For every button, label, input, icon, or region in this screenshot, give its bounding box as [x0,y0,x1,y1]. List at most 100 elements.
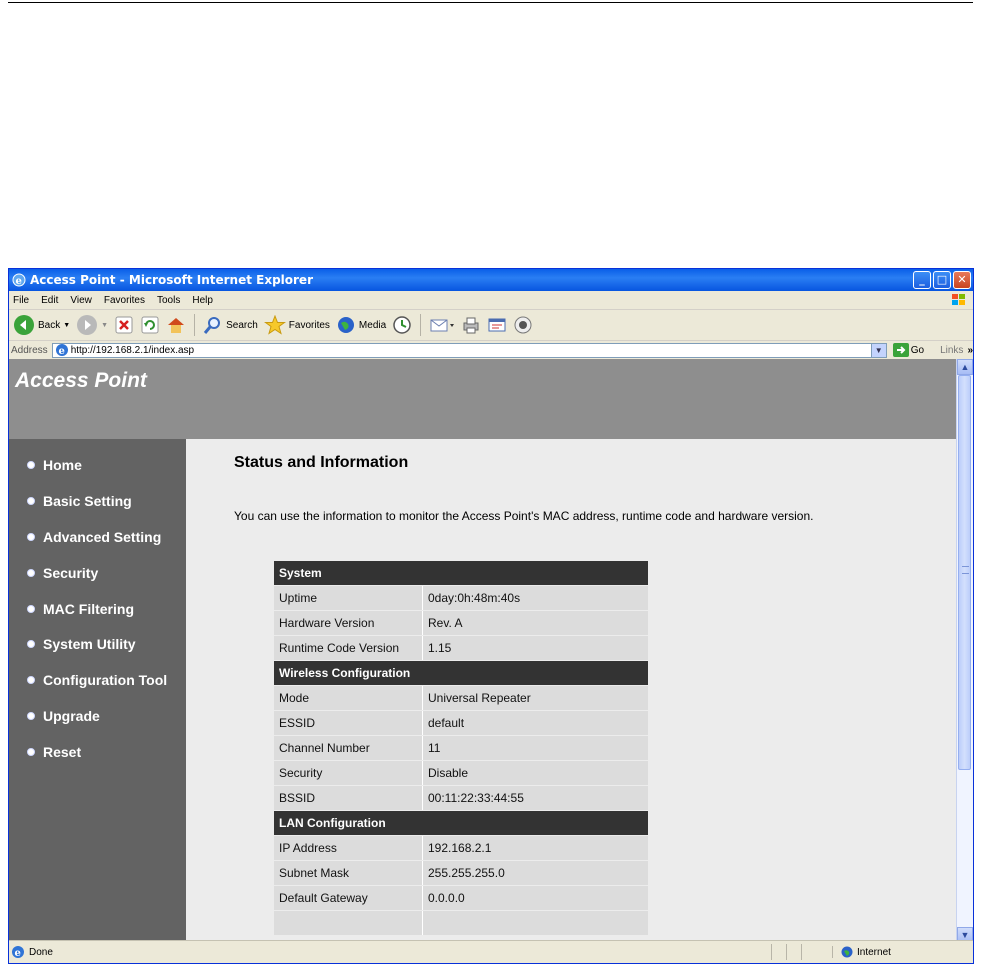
menu-file[interactable]: File [13,295,29,306]
table-row: Hardware Version Rev. A [274,611,648,635]
svg-text:e: e [15,948,21,959]
back-arrow-icon [14,315,34,335]
table-row: ESSID default [274,711,648,735]
svg-text:e: e [58,346,64,357]
sidebar-item-home[interactable]: Home [27,457,82,473]
title-bar[interactable]: e Access Point - Microsoft Internet Expl… [9,269,973,291]
scroll-up-icon[interactable]: ▲ [957,359,973,375]
media-label: Media [358,319,387,331]
history-icon[interactable] [392,315,412,335]
messenger-icon[interactable] [513,315,533,335]
address-url: http://192.168.2.1/index.asp [70,344,195,356]
stop-icon[interactable] [114,315,134,335]
page-done-icon: e [12,946,24,959]
close-button[interactable]: ✕ [953,271,971,289]
home-icon[interactable] [166,315,186,335]
sidebar-item-security[interactable]: Security [27,565,98,581]
search-label: Search [226,319,258,331]
sidebar-item-advanced-setting[interactable]: Advanced Setting [27,529,161,545]
address-dropdown-icon[interactable]: ▼ [870,343,886,357]
sidebar-item-label: Configuration Tool [43,672,168,688]
sidebar-item-configuration-tool[interactable]: Configuration Tool [27,672,167,688]
table-row: IP Address 192.168.2.1 [274,836,648,860]
maximize-button[interactable]: □ [933,271,951,289]
back-dropdown-icon[interactable]: ▼ [63,322,70,329]
refresh-icon[interactable] [140,315,160,335]
sidebar-item-basic-setting[interactable]: Basic Setting [27,493,132,509]
menu-view[interactable]: View [70,295,92,306]
table-row: Channel Number 11 [274,736,648,760]
bullet-icon [27,497,35,505]
table-row: Uptime 0day:0h:48m:40s [274,586,648,610]
security-zone: Internet [832,946,891,958]
status-panel [771,944,786,960]
links-button[interactable]: Links [940,345,963,356]
page-ie-icon: e [55,344,68,357]
page-header: Access Point [9,359,959,439]
media-button[interactable]: Media [336,315,386,335]
go-arrow-icon [892,343,909,357]
back-button[interactable]: Back ▼ [13,314,70,336]
menu-bar: File Edit View Favorites Tools Help [9,291,973,310]
section-header-lan: LAN Configuration [274,811,648,835]
bullet-icon [27,605,35,613]
menu-tools[interactable]: Tools [157,295,180,306]
address-input[interactable]: e http://192.168.2.1/index.asp ▼ [51,342,887,358]
vertical-scrollbar[interactable]: ▲ ▼ [956,359,973,943]
internet-globe-icon [841,946,853,958]
sidebar-item-upgrade[interactable]: Upgrade [27,708,100,724]
menu-edit[interactable]: Edit [41,295,58,306]
bullet-icon [27,569,35,577]
web-page: Access Point Home Basic Setting Advanced… [9,359,959,943]
minimize-button[interactable]: _ [913,271,931,289]
table-row: BSSID 00:11:22:33:44:55 [274,786,648,810]
table-row: Default Gateway 0.0.0.0 [274,886,648,910]
forward-button[interactable]: ▼ [76,314,108,336]
status-bar: e Done Internet [9,940,973,963]
search-icon [203,317,221,334]
favorites-star-icon [263,315,286,335]
sidebar-item-label: Home [43,457,82,473]
window-title: Access Point - Microsoft Internet Explor… [30,273,313,287]
windows-flag-icon [952,294,965,305]
table-row: Mode Universal Repeater [274,686,648,710]
page-description: You can use the information to monitor t… [234,509,814,523]
section-header-system: System [274,561,648,585]
table-row: Subnet Mask 255.255.255.0 [274,861,648,885]
forward-arrow-icon [77,315,98,335]
address-label: Address [11,344,48,356]
back-label: Back [38,319,61,331]
sidebar-item-label: Reset [43,744,82,760]
page-title: Status and Information [234,454,409,471]
edit-icon[interactable] [487,315,507,335]
bullet-icon [27,748,35,756]
go-button[interactable]: Go [892,343,924,357]
sidebar-item-mac-filtering[interactable]: MAC Filtering [27,601,134,617]
bullet-icon [27,712,35,720]
sidebar-item-reset[interactable]: Reset [27,744,81,760]
sidebar-item-label: Basic Setting [43,493,132,509]
page-top-rule [8,2,973,3]
sidebar-item-system-utility[interactable]: System Utility [27,636,136,652]
zone-label: Internet [857,946,891,958]
toolbar-separator [194,314,196,336]
standard-toolbar: Back ▼ ▼ Search Favorites Media [9,310,973,341]
section-header-wireless: Wireless Configuration [274,661,648,685]
bullet-icon [27,676,35,684]
svg-text:e: e [16,276,22,287]
menu-help[interactable]: Help [192,295,213,306]
favorites-button[interactable]: Favorites [263,315,330,335]
sidebar-item-label: Advanced Setting [43,529,162,545]
forward-dropdown-icon[interactable]: ▼ [101,322,108,329]
address-bar: Address e http://192.168.2.1/index.asp ▼… [9,341,973,360]
print-icon[interactable] [461,315,481,335]
search-button[interactable]: Search [203,315,258,335]
media-globe-icon [337,317,354,333]
table-row: Security Disable [274,761,648,785]
toolbar-separator [420,314,422,336]
mail-icon[interactable] [429,315,455,335]
scroll-thumb[interactable] [958,375,971,770]
menu-favorites[interactable]: Favorites [104,295,145,306]
chevron-right-icon[interactable]: » [967,345,973,356]
sidebar-item-label: Security [43,565,99,581]
